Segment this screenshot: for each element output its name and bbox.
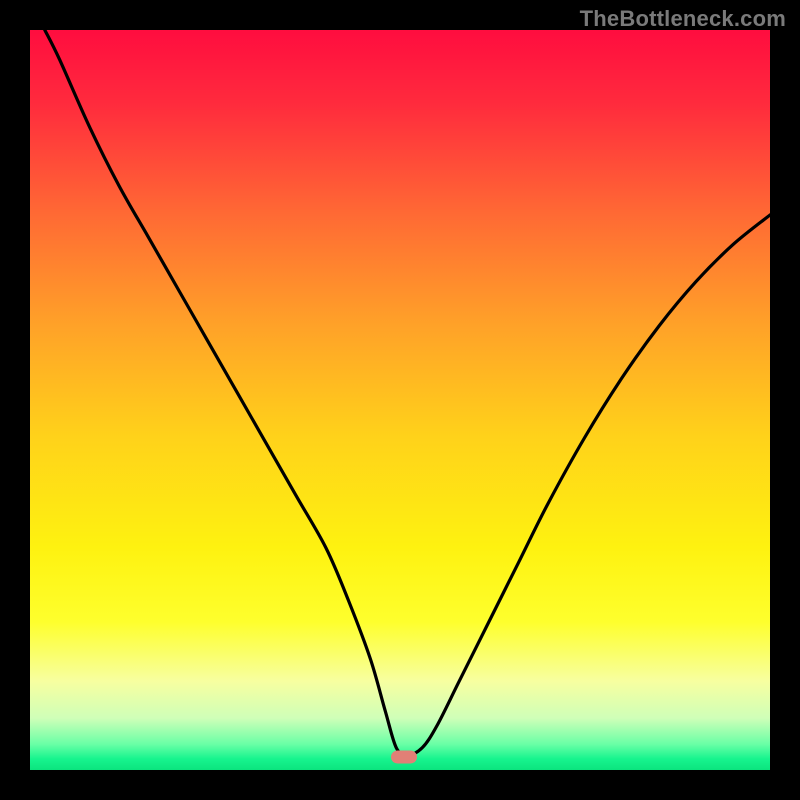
plot-area xyxy=(30,30,770,770)
watermark-text: TheBottleneck.com xyxy=(580,6,786,32)
optimal-point-marker xyxy=(391,751,417,764)
bottleneck-curve xyxy=(30,30,770,770)
chart-frame: TheBottleneck.com xyxy=(0,0,800,800)
